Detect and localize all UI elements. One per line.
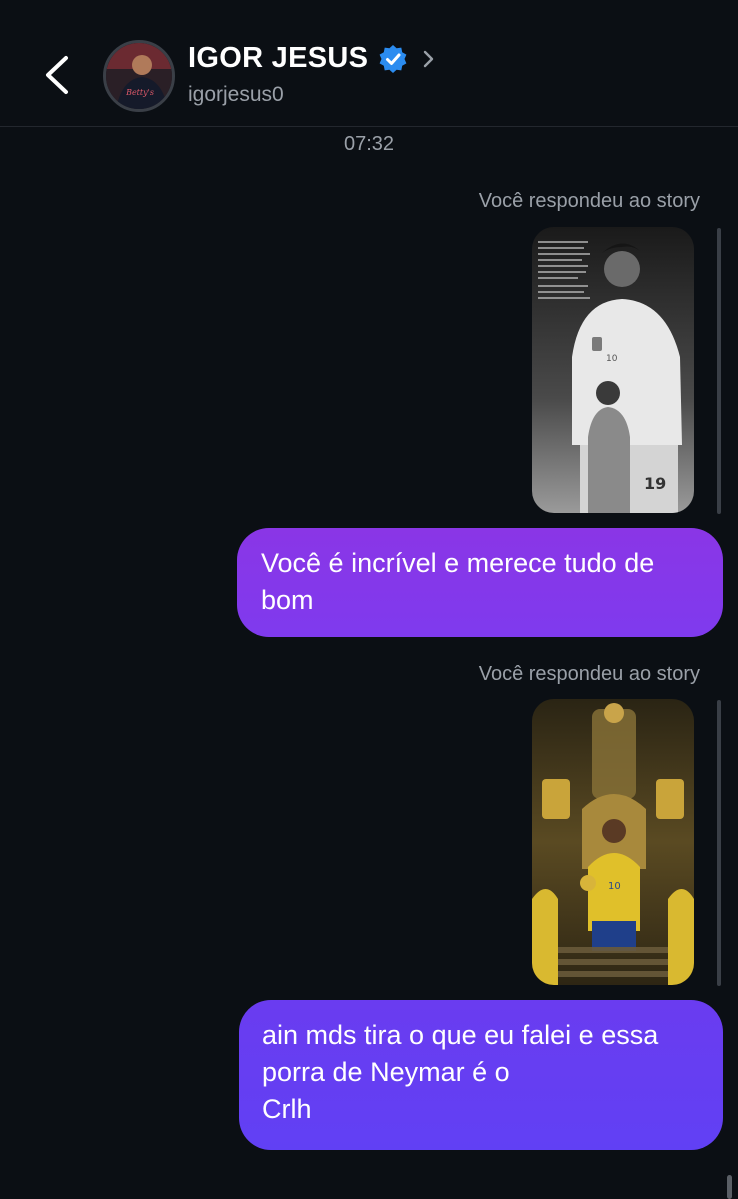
story-thumbnail-2[interactable]: 10 (532, 699, 694, 985)
sent-message-bubble[interactable]: Você é incrível e merece tudo de bom (237, 528, 723, 637)
story-1-jersey-number: 19 (644, 474, 666, 493)
chevron-right-icon[interactable] (420, 48, 436, 70)
message-timestamp: 07:32 (343, 133, 395, 155)
chat-header: Betty's IGOR JESUS igorjesus0 (0, 0, 738, 127)
scrollbar[interactable] (727, 1175, 732, 1199)
contact-handle[interactable]: igorjesus0 (188, 83, 284, 107)
sent-message-bubble[interactable]: ain mds tira o que eu falei e essa porra… (239, 1000, 723, 1150)
message-line: ain mds tira o que eu falei e essa (262, 1020, 659, 1050)
story-reply-bar (717, 228, 721, 514)
message-line: porra de Neymar é o (262, 1057, 510, 1087)
message-line: Crlh (262, 1094, 312, 1124)
story-1-shirt-number: 10 (606, 354, 618, 364)
contact-name-row[interactable]: IGOR JESUS (188, 42, 436, 75)
story-reply-label: Você respondeu ao story (478, 663, 700, 685)
contact-name[interactable]: IGOR JESUS (188, 42, 368, 75)
avatar-sponsor-text: Betty's (125, 88, 154, 97)
story-2-shirt-number: 10 (608, 881, 621, 892)
story-thumbnail-1[interactable]: 10 19 (532, 227, 694, 513)
story-reply-bar (717, 700, 721, 986)
avatar[interactable]: Betty's (103, 40, 175, 112)
story-reply-label: Você respondeu ao story (478, 190, 700, 212)
chevron-left-icon[interactable] (38, 50, 78, 100)
verified-badge-icon (379, 44, 407, 73)
